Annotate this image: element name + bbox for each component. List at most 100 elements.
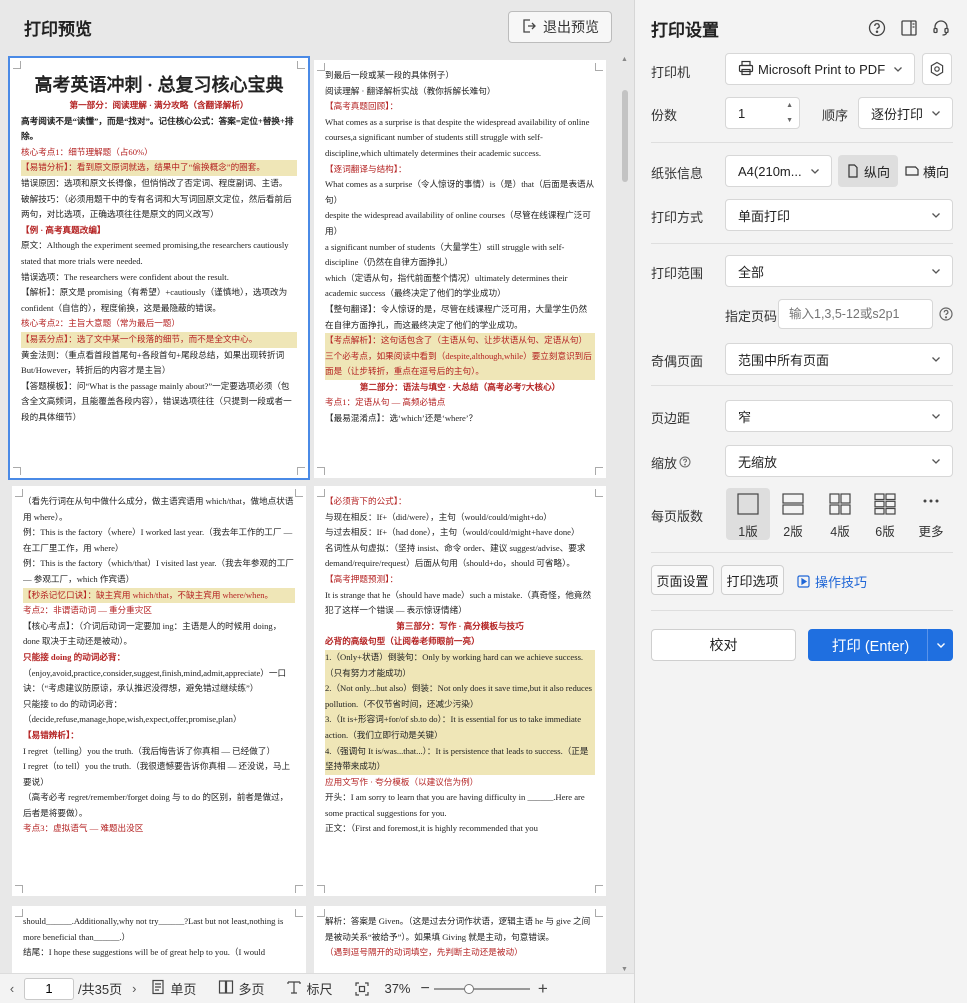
fit-window-icon[interactable] [354,981,370,997]
page-thumbnail[interactable]: should______.Additionally,why not try___… [12,906,306,973]
document-line: 结尾：I hope these suggestions will be of g… [23,947,266,958]
print-mode-select[interactable]: 单面打印 [725,199,953,231]
scroll-down-icon[interactable]: ▼ [621,966,628,973]
document-line: 【易丢分点】：选了文中某一个段落的细节，而不是全文中心。 [21,331,297,348]
document-line: 第一部分：阅读理解 · 满分攻略（含翻译解析） [69,100,249,110]
print-button-label: 打印 (Enter) [831,638,910,655]
print-range-select[interactable]: 全部 [725,255,953,287]
printer-properties-button[interactable] [922,53,952,85]
document-line: 正文：（First and foremost,it is highly reco… [325,823,538,834]
next-page-icon[interactable]: › [132,981,136,996]
single-page-button[interactable]: 单页 [150,979,196,998]
print-options-button[interactable]: 打印选项 [721,565,784,595]
layout-panel-icon[interactable] [899,18,919,38]
divider [651,142,953,143]
landscape-label: 横向 [923,164,950,180]
scrollbar-thumb[interactable] [622,90,628,182]
document-line: 破解技巧：（必须用题干中的专有名词和大写词回原文定位，然后看前后两句，对比选项，… [21,193,292,220]
vertical-scrollbar[interactable]: ▲ ▼ [620,56,630,973]
document-line: 【解析】：原文是 promising（有希望）+cautiously（谨慎地），… [21,287,288,313]
proofread-button[interactable]: 校对 [651,629,796,661]
document-line: should______.Additionally,why not try___… [23,916,284,942]
page-thumbnails[interactable]: 高考英语冲刺 · 总复习核心宝典 第一部分：阅读理解 · 满分攻略（含翻译解析） 高… [8,56,618,973]
customer-service-icon[interactable] [931,18,951,38]
page-thumbnail[interactable]: （看先行词在从句中做什么成分，做主语宾语用 which/that，做地点状语用 … [12,486,306,896]
increment-icon[interactable]: ▲ [786,102,793,109]
margin-select[interactable]: 窄 [725,400,953,432]
chevron-down-icon [932,414,940,419]
zoom-slider-knob[interactable] [464,983,475,994]
layout-1-option[interactable]: 1版 [726,488,770,540]
document-line: What comes as a surprise（令人惊讶的事情）is（是）th… [325,179,595,205]
layout-6-label: 6版 [875,525,895,539]
status-bar: ‹ /共35页 › 单页 多页 标尺 37% − + [0,973,634,1003]
page-thumbnail[interactable]: 到最后一段或某一段的具体例子） 阅读理解 · 翻译解析实战（教你拆解长难句） 【高考… [314,60,606,478]
document-line: 只能接 to do 的动词必背： [23,698,123,709]
document-line: 开头：I am sorry to learn that you are havi… [325,792,585,818]
document-line: 2.（Not only...but also）倒装：Not only does … [325,681,595,713]
page-thumbnail[interactable]: 高考英语冲刺 · 总复习核心宝典 第一部分：阅读理解 · 满分攻略（含翻译解析） 高… [8,56,310,480]
paper-size-select[interactable]: A4(210m... [725,155,832,187]
help-icon[interactable] [867,18,887,38]
scale-select[interactable]: 无缩放 [725,445,953,477]
scroll-up-icon[interactable]: ▲ [621,56,628,63]
print-mode-label: 打印方式 [651,210,704,225]
layout-2-label: 2版 [783,525,803,539]
order-value: 逐份打印 [871,106,924,122]
zoom-slider[interactable] [433,983,530,994]
crop-mark [595,885,603,893]
layout-2-option[interactable]: 2版 [771,488,815,540]
tips-link[interactable]: 操作技巧 [797,572,867,591]
divider [651,552,953,553]
ruler-icon [286,979,302,998]
help-icon[interactable] [679,456,691,468]
page-number-input[interactable] [24,977,74,1000]
document-title: 高考英语冲刺 · 总复习核心宝典 [34,75,284,95]
chevron-down-icon [932,213,940,218]
settings-title: 打印设置 [651,21,719,40]
odd-even-select[interactable]: 范围中所有页面 [725,343,953,375]
layout-6-option[interactable]: 6版 [863,488,907,540]
crop-mark [317,885,325,893]
document-line: 到最后一段或某一段的具体例子） [325,70,454,80]
decrement-icon[interactable]: ▼ [786,117,793,124]
print-preview-area: 打印预览 退出预览 高考英语冲刺 · 总复习核心宝典第一部分：阅读理解 · 满分… [0,0,634,1003]
page-thumbnail[interactable]: 【必须背下的公式】： 与现在相反：If+（did/were），主句（would/c… [314,486,606,896]
multi-page-button[interactable]: 多页 [218,979,264,998]
print-mode-value: 单面打印 [738,208,791,224]
document-line: 考点1：定语从句 — 高频必错点 [325,397,446,408]
ruler-button[interactable]: 标尺 [286,979,332,998]
layout-4-option[interactable]: 4版 [818,488,862,540]
landscape-toggle[interactable]: 横向 [897,155,957,187]
odd-even-value: 范围中所有页面 [738,352,830,368]
print-dropdown-button[interactable] [927,629,953,661]
layout-more-label: 更多 [918,525,944,539]
layout-6-icon [874,493,896,515]
document-line: 错误原因：选项和原文长得像，但悄悄改了否定词、程度副词、主语。 [21,177,288,188]
help-icon[interactable] [938,306,954,322]
portrait-toggle[interactable]: 纵向 [838,155,899,187]
exit-preview-button[interactable]: 退出预览 [508,11,612,43]
copies-stepper[interactable]: 1 ▲ ▼ [725,97,800,129]
printer-select[interactable]: Microsoft Print to PDF [725,53,915,85]
layout-more-option[interactable]: 更多 [909,488,953,540]
document-line: It is strange that he（should have made）s… [325,589,592,616]
crop-mark [15,489,23,497]
preview-header: 打印预览 退出预览 [0,0,634,54]
page-numbers-input[interactable] [778,299,933,329]
document-line: 3.（It is+形容词+for/of sb.to do）：It is esse… [325,712,595,744]
zoom-in-icon[interactable]: + [538,979,548,999]
page-thumbnail[interactable]: 解析：答案是 Given。（这是过去分词作状语，逻辑主语 he 与 give 之… [314,906,606,973]
order-select[interactable]: 逐份打印 [858,97,953,129]
portrait-icon [848,164,858,178]
crop-mark [595,909,603,917]
print-button[interactable]: 打印 (Enter) [808,629,953,661]
previous-page-icon[interactable]: ‹ [0,981,24,996]
document-line: 【整句翻译】：令人惊讶的是，尽管在线课程广泛可用，大量学生仍然在自律方面挣扎，而… [325,303,588,330]
zoom-out-icon[interactable]: − [421,980,430,998]
page-setup-button[interactable]: 页面设置 [651,565,714,595]
crop-mark [13,467,21,475]
layout-4-label: 4版 [830,525,850,539]
portrait-label: 纵向 [864,164,891,180]
page-numbers-label: 指定页码 [725,309,778,324]
